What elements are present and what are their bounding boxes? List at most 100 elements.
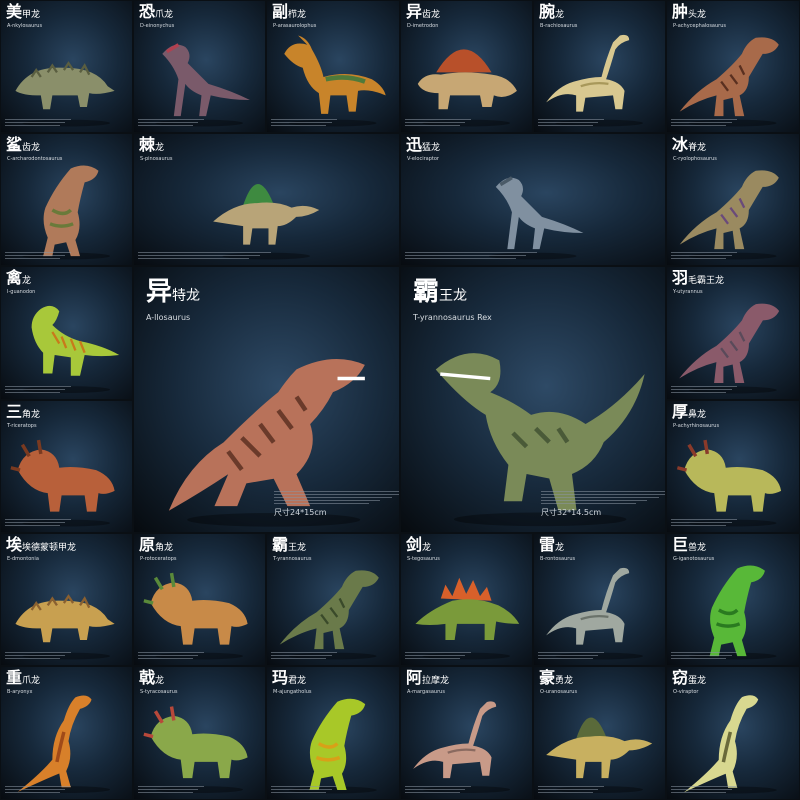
dinosaur-name: 三角龙 [6,404,40,420]
name-rest: 毛霸王龙 [688,276,725,286]
dinosaur-name: 原角龙 [139,537,173,553]
tile-trex2: 霸王龙 T-yrannosaurus [266,533,400,666]
description-lines [5,384,71,395]
dinosaur-name: 异特龙 [146,279,200,305]
tile-styracosaurus: 戟龙 S-tyracosaurus [133,666,266,800]
name-first-char: 腕 [539,2,556,21]
name-first-char: 窃 [672,668,689,687]
tile-brontosaurus: 雷龙 B-rontosaurus [533,533,666,666]
dinosaur-name: 霸王龙 [413,279,467,305]
name-first-char: 雷 [539,535,556,554]
tile-baryonyx: 重爪龙 B-aryonyx [0,666,133,800]
dinosaur-name: 重爪龙 [6,670,40,686]
scientific-name: O-uranosaurus [540,689,578,695]
name-rest: 王龙 [439,288,468,304]
tile-carcharodontosaurus: 鲨齿龙 C-archarodontosaurus [0,133,133,266]
tile-ankylosaurus: 美甲龙 A-nkylosaurus [0,0,133,133]
tile-triceratops: 三角龙 T-riceratops [0,400,133,533]
dinosaur-name: 豪勇龙 [539,670,573,686]
tile-deinonychus: 恐爪龙 D-einonychus [133,0,266,133]
name-first-char: 巨 [672,535,689,554]
name-rest: 龙 [22,276,32,286]
description-lines [274,489,399,506]
name-first-char: 重 [6,668,23,687]
description-lines [671,517,737,528]
name-rest: 栉龙 [288,10,307,20]
scientific-name: Y-utyrannus [673,289,703,295]
name-first-char: 戟 [139,668,156,687]
name-rest: 爪龙 [22,676,41,686]
scientific-name: S-pinosaurus [140,156,173,162]
dinosaur-name: 迅猛龙 [406,137,440,153]
dinosaur-name: 副栉龙 [272,4,306,20]
name-first-char: 美 [6,2,23,21]
dinosaur-name: 霸王龙 [272,537,306,553]
name-first-char: 禽 [6,268,23,287]
scientific-name: G-iganotosaurus [673,556,715,562]
name-first-char: 副 [272,2,289,21]
description-lines [5,250,71,261]
dinosaur-name: 剑龙 [406,537,431,553]
name-first-char: 玛 [272,668,289,687]
dinosaur-figure [488,176,584,260]
description-lines [541,489,665,506]
tile-yutyrannus: 羽毛霸王龙 Y-utyrannus [666,266,800,400]
dinosaur-name: 戟龙 [139,670,164,686]
scientific-name: P-rotoceratops [140,556,177,562]
scientific-name: T-yrannosaurus Rex [413,313,492,322]
name-first-char: 三 [6,402,23,421]
description-lines [538,650,604,661]
description-lines [538,784,604,795]
name-first-char: 霸 [413,277,440,307]
scientific-name: I-guanodon [7,289,36,295]
name-rest: 鼻龙 [688,410,707,420]
size-label: 尺寸24*15cm [274,508,327,517]
scientific-name: A-nkylosaurus [7,23,43,29]
tile-brachiosaurus: 腕龙 B-rachiosaurus [533,0,666,133]
dinosaur-collage: 美甲龙 A-nkylosaurus 恐爪龙 D-einonychus 副栉龙 P-aras… [0,0,800,800]
scientific-name: A-llosaurus [146,313,191,322]
name-first-char: 剑 [406,535,423,554]
description-lines [405,650,471,661]
name-first-char: 恐 [139,2,156,21]
name-rest: 龙 [422,543,432,553]
tile-carnotaurus: 肿头龙 P-achycephalosaurus [666,0,800,133]
dinosaur-name: 雷龙 [539,537,564,553]
dinosaur-name: 埃埃德蒙顿甲龙 [6,537,76,553]
description-lines [271,650,337,661]
dinosaur-name: 窃蛋龙 [672,670,706,686]
name-rest: 头龙 [688,10,707,20]
name-rest: 勇龙 [555,676,574,686]
description-lines [138,784,204,795]
dinosaur-name: 棘龙 [139,137,164,153]
dinosaur-name: 冰脊龙 [672,137,706,153]
scientific-name: B-aryonyx [7,689,33,695]
dinosaur-name: 腕龙 [539,4,564,20]
scientific-name: E-dmontonia [7,556,39,562]
tile-pachyrhinosaurus: 厚鼻龙 P-achyrhinosaurus [666,400,800,533]
tile-giganotosaurus: 巨兽龙 G-iganotosaurus [666,533,800,666]
description-lines [671,117,737,128]
description-lines [671,784,737,795]
name-first-char: 冰 [672,135,689,154]
tile-dimetrodon: 异齿龙 D-imetrodon [400,0,533,133]
description-lines [671,250,737,261]
scientific-name: O-viraptor [673,689,699,695]
scientific-name: A-margasaurus [407,689,445,695]
name-first-char: 异 [406,2,423,21]
name-rest: 兽龙 [688,543,707,553]
description-lines [538,117,604,128]
name-rest: 蛋龙 [688,676,707,686]
description-lines [138,250,271,261]
tile-trex: 霸王龙 T-yrannosaurus Rex 尺寸32*14.5cm [400,266,666,533]
scientific-name: P-arasaurolophus [273,23,317,29]
tile-allosaurus: 异特龙 A-llosaurus 尺寸24*15cm [133,266,400,533]
scientific-name: P-achycephalosaurus [673,23,726,29]
description-lines [405,250,537,261]
size-label: 尺寸32*14.5cm [541,508,602,517]
description-lines [5,784,71,795]
tile-velociraptor: 迅猛龙 V-elociraptor [400,133,666,266]
name-rest: 爪龙 [155,10,174,20]
name-first-char: 异 [146,277,173,307]
tile-amargasaurus: 阿拉摩龙 A-margasaurus [400,666,533,800]
